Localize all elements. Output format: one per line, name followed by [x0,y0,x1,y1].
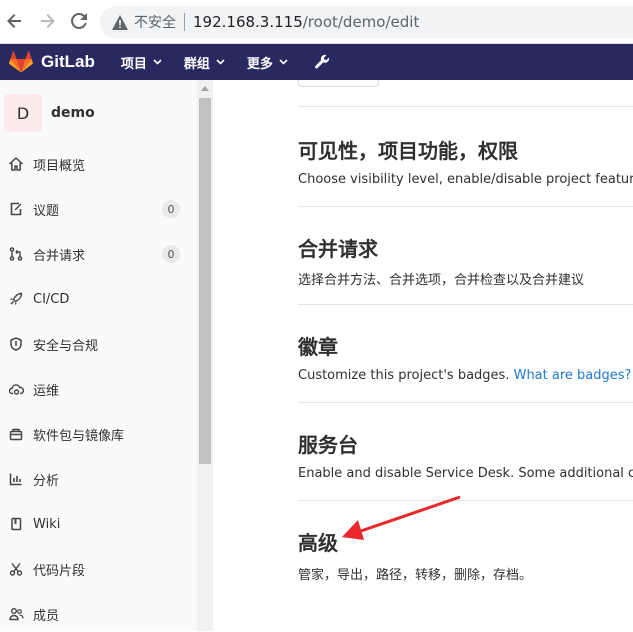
users-icon [7,605,25,623]
forward-button[interactable] [34,8,60,34]
rocket-icon [7,290,25,308]
menu-label: 群组 [183,56,210,72]
section-desc-badges: Customize this project's badges. What ar… [298,368,631,383]
section-divider [298,304,633,305]
reload-button[interactable] [66,8,92,34]
sidebar-project-header[interactable]: D demo [0,80,197,146]
merge-request-icon [7,245,25,263]
package-icon [7,425,25,443]
arrow-right-icon [41,14,55,28]
chevron-down-icon [153,59,162,65]
sidebar-item-label: 安全与合规 [33,338,99,354]
sidebar-item-cicd[interactable]: CI/CD [0,281,197,317]
url-path: /root/demo/edit [302,13,420,31]
divider [184,13,185,31]
sidebar-item-overview[interactable]: 项目概览 [0,146,197,182]
sidebar-item-label: 代码片段 [33,563,86,579]
sidebar-item-label: CI/CD [33,291,70,307]
sidebar-item-label: 分析 [33,473,60,489]
merge-requests-count-badge: 0 [162,245,180,263]
chevron-down-icon [279,59,288,65]
section-title-advanced[interactable]: 高级 [298,527,338,556]
sidebar-item-packages[interactable]: 软件包与镜像库 [0,416,197,452]
sidebar-item-label: Wiki [33,516,61,532]
sidebar-item-analytics[interactable]: 分析 [0,461,197,497]
badges-desc-text: Customize this project's badges. [298,368,514,383]
section-divider [298,500,633,501]
section-desc-visibility: Choose visibility level, enable/disable … [298,172,633,187]
sidebar-scrollbar[interactable] [197,80,213,631]
menu-projects[interactable]: 项目 [121,53,162,72]
what-are-badges-link[interactable]: What are badges? [514,368,632,383]
section-title-service-desk: 服务台 [298,433,358,457]
sidebar-item-wiki[interactable]: Wiki [0,506,197,542]
sidebar-item-label: 成员 [33,608,60,624]
home-icon [7,155,25,173]
shield-icon [7,335,25,353]
back-button[interactable] [2,8,28,34]
menu-more[interactable]: 更多 [247,53,288,72]
sidebar-item-merge-requests[interactable]: 合并请求 0 [0,236,197,272]
security-label[interactable]: 不安全 [134,12,176,32]
warning-icon[interactable] [112,14,128,30]
scroll-up-arrow-icon[interactable] [201,86,209,91]
save-changes-button[interactable] [298,80,379,87]
chevron-down-icon [216,59,225,65]
app-name: GitLab [41,52,95,71]
sidebar-item-security[interactable]: 安全与合规 [0,326,197,362]
cloud-gear-icon [7,380,25,398]
sidebar-item-members[interactable]: 成员 [0,596,197,632]
section-desc-merge-requests: 选择合并方法、合并选项，合并检查以及合并建议 [298,273,585,288]
menu-groups[interactable]: 群组 [184,53,225,72]
sidebar-item-snippets[interactable]: 代码片段 [0,551,197,587]
sidebar-item-label: 项目概览 [33,158,86,174]
url-host: 192.168.3.115 [193,13,303,31]
section-title-badges: 徽章 [298,335,338,359]
chart-icon [7,470,25,488]
section-divider [298,206,633,207]
scissors-icon [7,560,25,578]
reload-icon [71,12,87,29]
section-divider [298,402,633,403]
section-desc-service-desk: Enable and disable Service Desk. Some ad… [298,466,633,481]
project-sidebar: D demo 项目概览 议题 0 合并请求 0 CI/CD 安全与合规 运维 软… [0,80,213,631]
sidebar-item-label: 议题 [33,203,60,219]
gitlab-logo[interactable]: GitLab [9,51,95,73]
gitlab-header: GitLab 项目 群组 更多 [0,44,633,80]
issues-count-badge: 0 [162,200,180,218]
project-name: demo [51,105,95,121]
address-bar[interactable]: 不安全 192.168.3.115 /root/demo/edit [100,6,633,38]
section-desc-advanced: 管家，导出，路径，转移，删除，存档。 [298,568,533,583]
section-title-visibility: 可见性，项目功能，权限 [298,139,518,163]
tanuki-icon [9,51,33,73]
sidebar-item-label: 运维 [33,383,60,399]
admin-wrench-icon[interactable] [314,54,330,70]
menu-label: 更多 [246,56,273,72]
settings-main: 可见性，项目功能，权限 Choose visibility level, ena… [214,80,633,631]
browser-toolbar: 不安全 192.168.3.115 /root/demo/edit [0,0,633,44]
sidebar-item-issues[interactable]: 议题 0 [0,191,197,227]
sidebar-item-label: 合并请求 [33,248,86,264]
arrow-left-icon [7,14,21,28]
top-menu: 项目 群组 更多 [121,53,330,72]
sidebar-item-label: 软件包与镜像库 [33,428,125,444]
menu-label: 项目 [120,56,147,72]
issues-icon [7,200,25,218]
book-icon [7,515,25,533]
project-avatar: D [4,94,42,132]
scrollbar-thumb[interactable] [199,98,211,464]
sidebar-item-operations[interactable]: 运维 [0,371,197,407]
section-divider [298,106,633,107]
section-title-merge-requests: 合并请求 [298,237,378,261]
